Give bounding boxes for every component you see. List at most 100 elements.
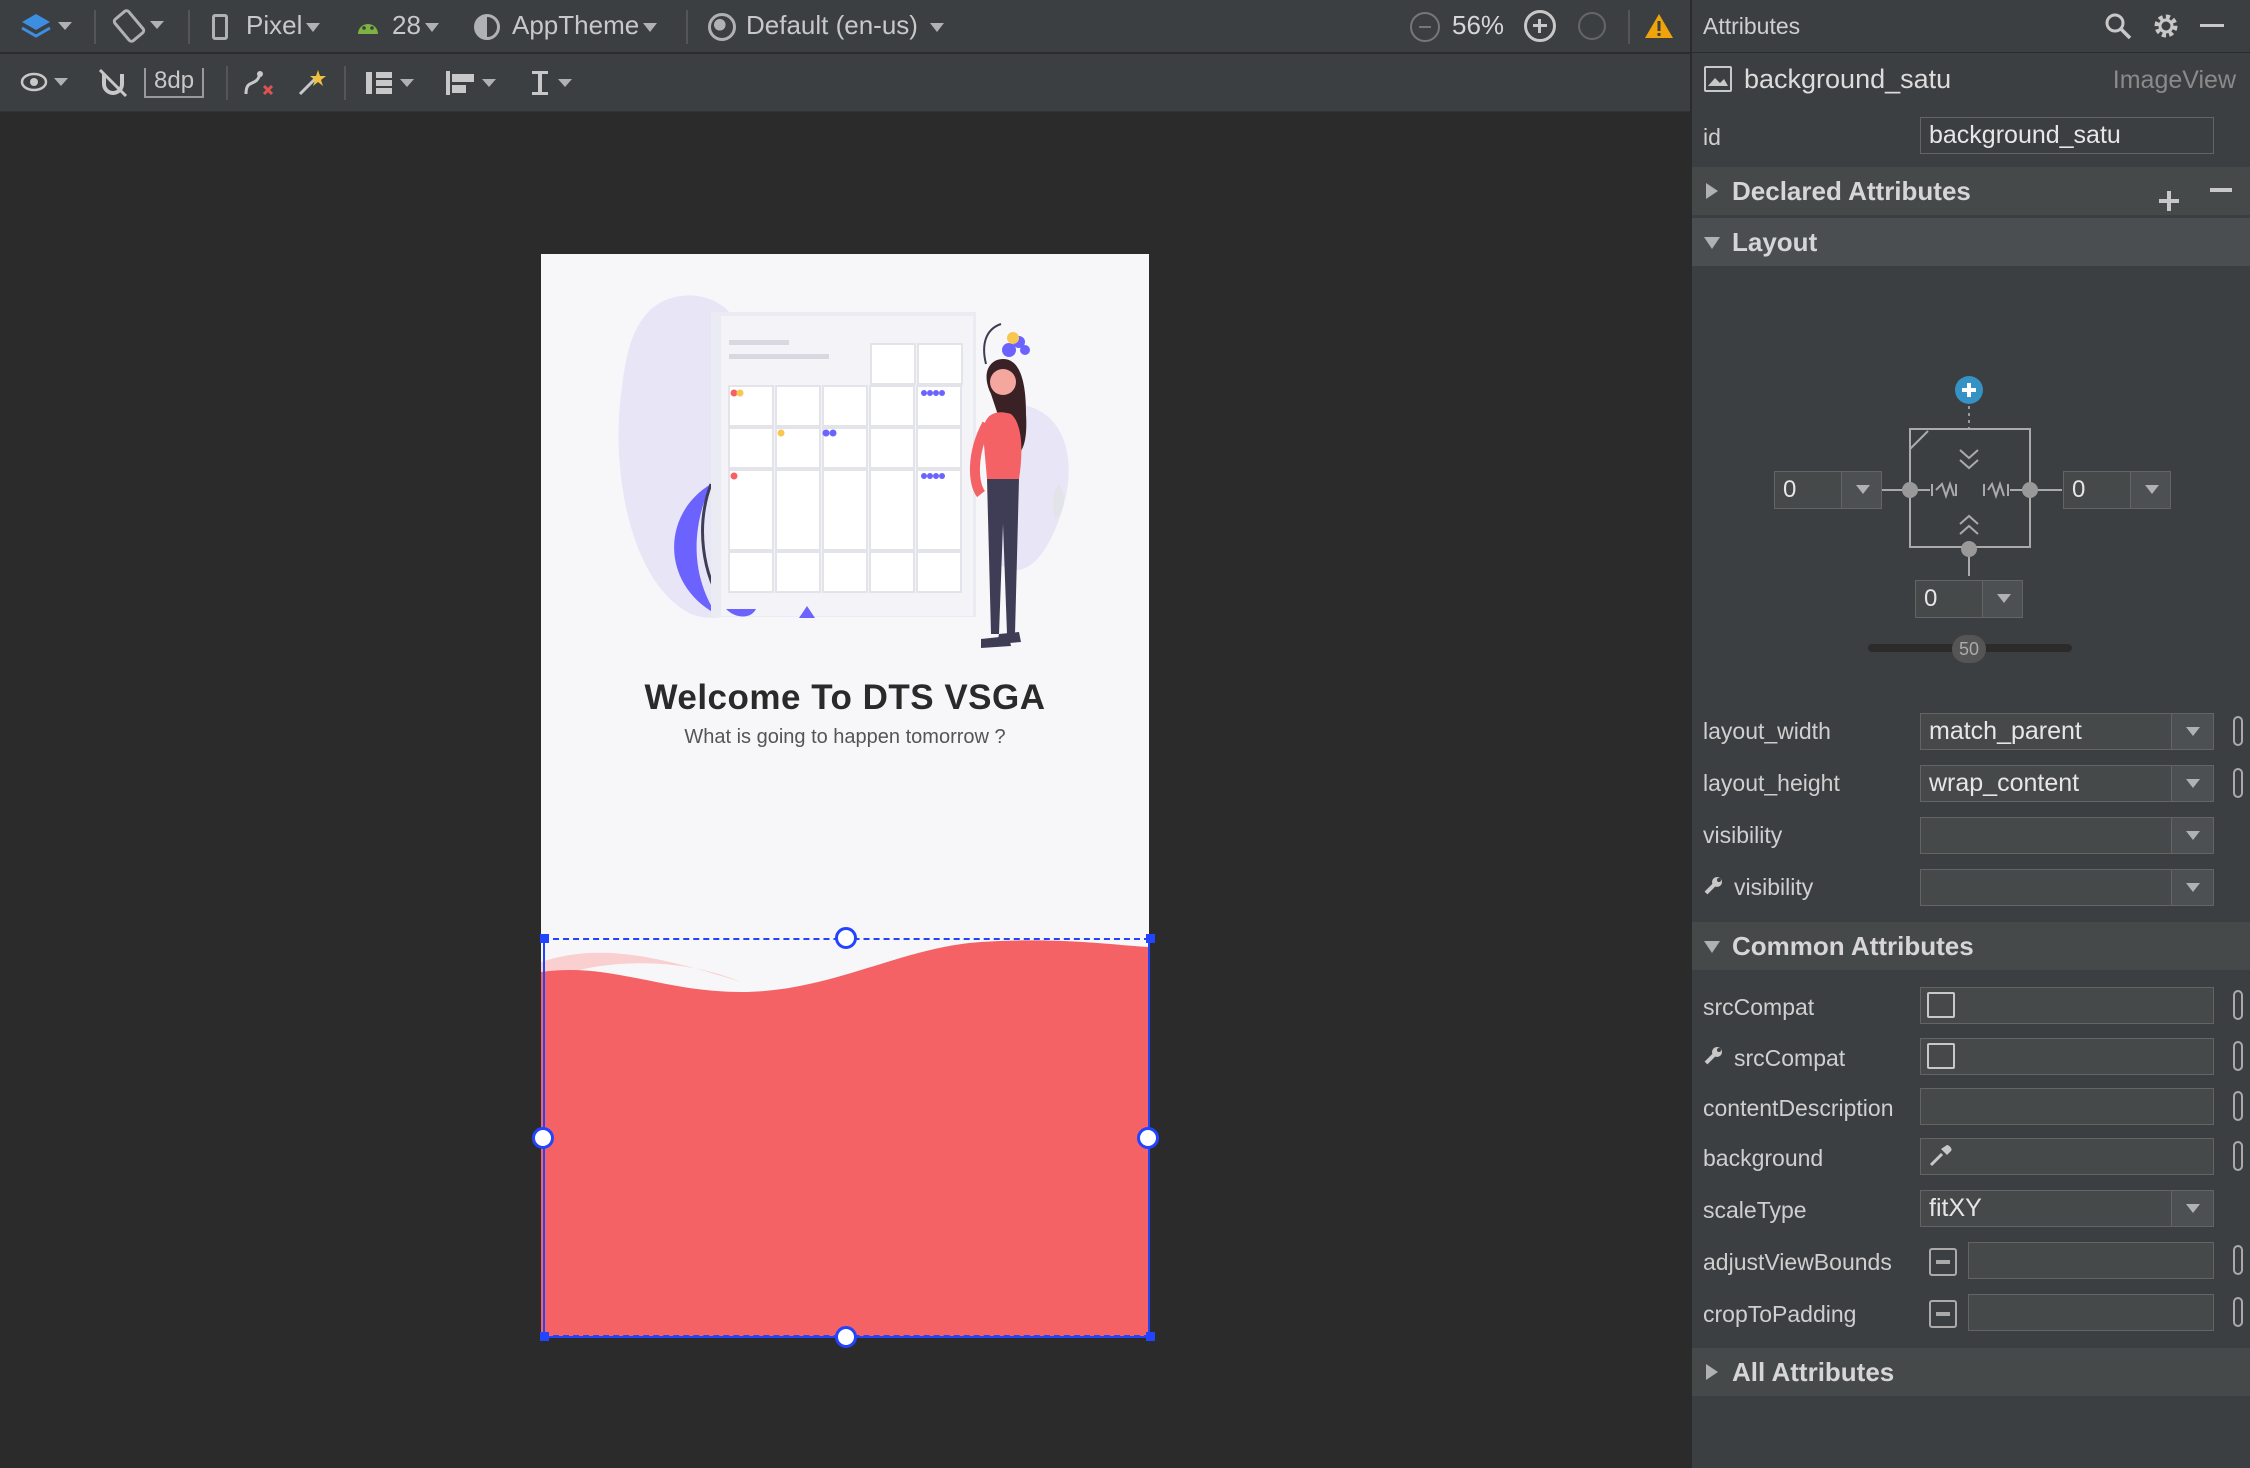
color-picker-icon[interactable] <box>1927 1143 1953 1169</box>
margin-left-dropdown[interactable] <box>1841 472 1881 508</box>
magnet-off-icon[interactable] <box>98 68 128 98</box>
adjust-view-bounds-input[interactable] <box>1968 1242 2214 1279</box>
image-picker-icon[interactable] <box>1927 992 1955 1018</box>
crop-to-padding-input[interactable] <box>1968 1294 2214 1331</box>
align-icon[interactable] <box>444 68 500 98</box>
bias-slider-thumb[interactable]: 50 <box>1952 635 1986 663</box>
welcome-subtitle: What is going to happen tomorrow ? <box>684 726 1006 748</box>
theme-icon <box>474 14 500 40</box>
device-icon <box>212 14 228 40</box>
adjust-view-bounds-pin[interactable] <box>2233 1245 2243 1275</box>
margin-left-field[interactable]: 0 <box>1774 471 1882 509</box>
pack-icon[interactable] <box>362 68 418 98</box>
zoom-in-icon[interactable] <box>1524 10 1556 42</box>
zoom-fit-icon[interactable] <box>1578 12 1606 40</box>
margin-bottom-dropdown[interactable] <box>1982 581 2022 617</box>
srccompat-input[interactable] <box>1920 987 2214 1024</box>
remove-attribute-icon[interactable] <box>2210 188 2232 192</box>
crop-to-padding-pin[interactable] <box>2233 1297 2243 1327</box>
tools-srccompat-label: srcCompat <box>1734 1045 1846 1071</box>
id-input[interactable]: background_satu <box>1920 117 2214 154</box>
constraint-handle-right[interactable] <box>1137 1127 1159 1149</box>
gear-icon[interactable] <box>2152 12 2180 40</box>
crop-to-padding-checkbox[interactable] <box>1929 1300 1957 1328</box>
clear-constraints-icon[interactable] <box>242 68 276 98</box>
selection-box[interactable] <box>543 938 1150 1337</box>
api-selector[interactable]: 28 <box>392 10 439 41</box>
layout-label: Layout <box>1732 227 1818 257</box>
common-attributes-header[interactable]: Common Attributes <box>1692 922 2250 970</box>
theme-label: AppTheme <box>512 10 640 40</box>
guidelines-icon[interactable] <box>528 68 578 98</box>
search-icon[interactable] <box>2104 12 2132 40</box>
layers-icon[interactable] <box>18 10 74 42</box>
layout-toolbar: 8dp <box>0 54 1690 112</box>
resize-handle-tl[interactable] <box>540 934 549 943</box>
android-icon <box>356 16 380 36</box>
common-attributes-label: Common Attributes <box>1732 931 1974 961</box>
theme-selector[interactable]: AppTheme <box>512 10 658 41</box>
constraint-widget: 0 0 0 50 <box>1692 266 2250 666</box>
layout-editor: Pixel 28 AppTheme Default (en-us) 56% 8d… <box>0 0 2250 1468</box>
add-attribute-icon[interactable] <box>2158 179 2180 211</box>
constraint-handle-bottom[interactable] <box>835 1326 857 1348</box>
resize-handle-bl[interactable] <box>540 1332 549 1341</box>
tools-srccompat-input[interactable] <box>1920 1038 2214 1075</box>
layout-height-dropdown[interactable] <box>2171 766 2213 801</box>
scaletype-value: fitXY <box>1929 1194 1982 1222</box>
layout-width-select[interactable]: match_parent <box>1920 713 2214 750</box>
constraint-handle-left[interactable] <box>532 1127 554 1149</box>
margin-right-field[interactable]: 0 <box>2063 471 2171 509</box>
locale-selector[interactable]: Default (en-us) <box>746 10 944 41</box>
device-label: Pixel <box>246 10 303 40</box>
adjust-view-bounds-checkbox[interactable] <box>1929 1248 1957 1276</box>
scaletype-select[interactable]: fitXY <box>1920 1190 2214 1227</box>
declared-attributes-header[interactable]: Declared Attributes <box>1692 167 2250 215</box>
background-label: background <box>1703 1145 1824 1171</box>
api-label: 28 <box>392 10 421 40</box>
adjust-view-bounds-label: adjustViewBounds <box>1703 1249 1892 1275</box>
background-input[interactable] <box>1920 1138 2214 1175</box>
resize-handle-tr[interactable] <box>1146 934 1155 943</box>
tools-visibility-select[interactable] <box>1920 869 2214 906</box>
layout-width-dropdown[interactable] <box>2171 714 2213 749</box>
infer-constraints-icon[interactable] <box>296 68 326 98</box>
constraint-handle-top[interactable] <box>835 927 857 949</box>
panel-title: Attributes <box>1703 13 1801 39</box>
design-toolbar: Pixel 28 AppTheme Default (en-us) 56% <box>0 0 1690 53</box>
layout-height-select[interactable]: wrap_content <box>1920 765 2214 802</box>
wrench-icon <box>1703 876 1723 896</box>
zoom-out-icon[interactable] <box>1410 12 1440 42</box>
warning-icon[interactable] <box>1644 12 1674 40</box>
margin-right-value: 0 <box>2072 476 2086 503</box>
orientation-icon[interactable] <box>112 8 172 44</box>
resize-handle-br[interactable] <box>1146 1332 1155 1341</box>
component-name: background_satu <box>1744 64 1952 94</box>
background-pin[interactable] <box>2233 1141 2243 1171</box>
scaletype-label: scaleType <box>1703 1197 1807 1223</box>
minimize-icon[interactable] <box>2200 24 2224 27</box>
margin-bottom-field[interactable]: 0 <box>1915 580 2023 618</box>
content-description-input[interactable] <box>1920 1088 2214 1125</box>
scaletype-dropdown[interactable] <box>2171 1191 2213 1226</box>
eye-icon[interactable] <box>20 70 72 94</box>
default-margin-selector[interactable]: 8dp <box>144 68 205 98</box>
content-description-pin[interactable] <box>2233 1091 2243 1121</box>
srccompat-pin[interactable] <box>2233 990 2243 1020</box>
tools-visibility-dropdown[interactable] <box>2171 870 2213 905</box>
tools-srccompat-pin[interactable] <box>2233 1041 2243 1071</box>
declared-attributes-label: Declared Attributes <box>1732 176 1971 206</box>
margin-right-dropdown[interactable] <box>2130 472 2170 508</box>
layout-width-pin[interactable] <box>2233 716 2243 746</box>
layout-height-pin[interactable] <box>2233 768 2243 798</box>
visibility-dropdown[interactable] <box>2171 818 2213 853</box>
all-attributes-header[interactable]: All Attributes <box>1692 1348 2250 1396</box>
component-type: ImageView <box>2112 66 2236 94</box>
crop-to-padding-label: cropToPadding <box>1703 1301 1857 1327</box>
content-description-label: contentDescription <box>1703 1095 1894 1121</box>
layout-section-header[interactable]: Layout <box>1692 218 2250 266</box>
visibility-select[interactable] <box>1920 817 2214 854</box>
device-selector[interactable]: Pixel <box>246 10 321 41</box>
image-picker-icon[interactable] <box>1927 1043 1955 1069</box>
wrench-icon <box>1703 1046 1723 1066</box>
